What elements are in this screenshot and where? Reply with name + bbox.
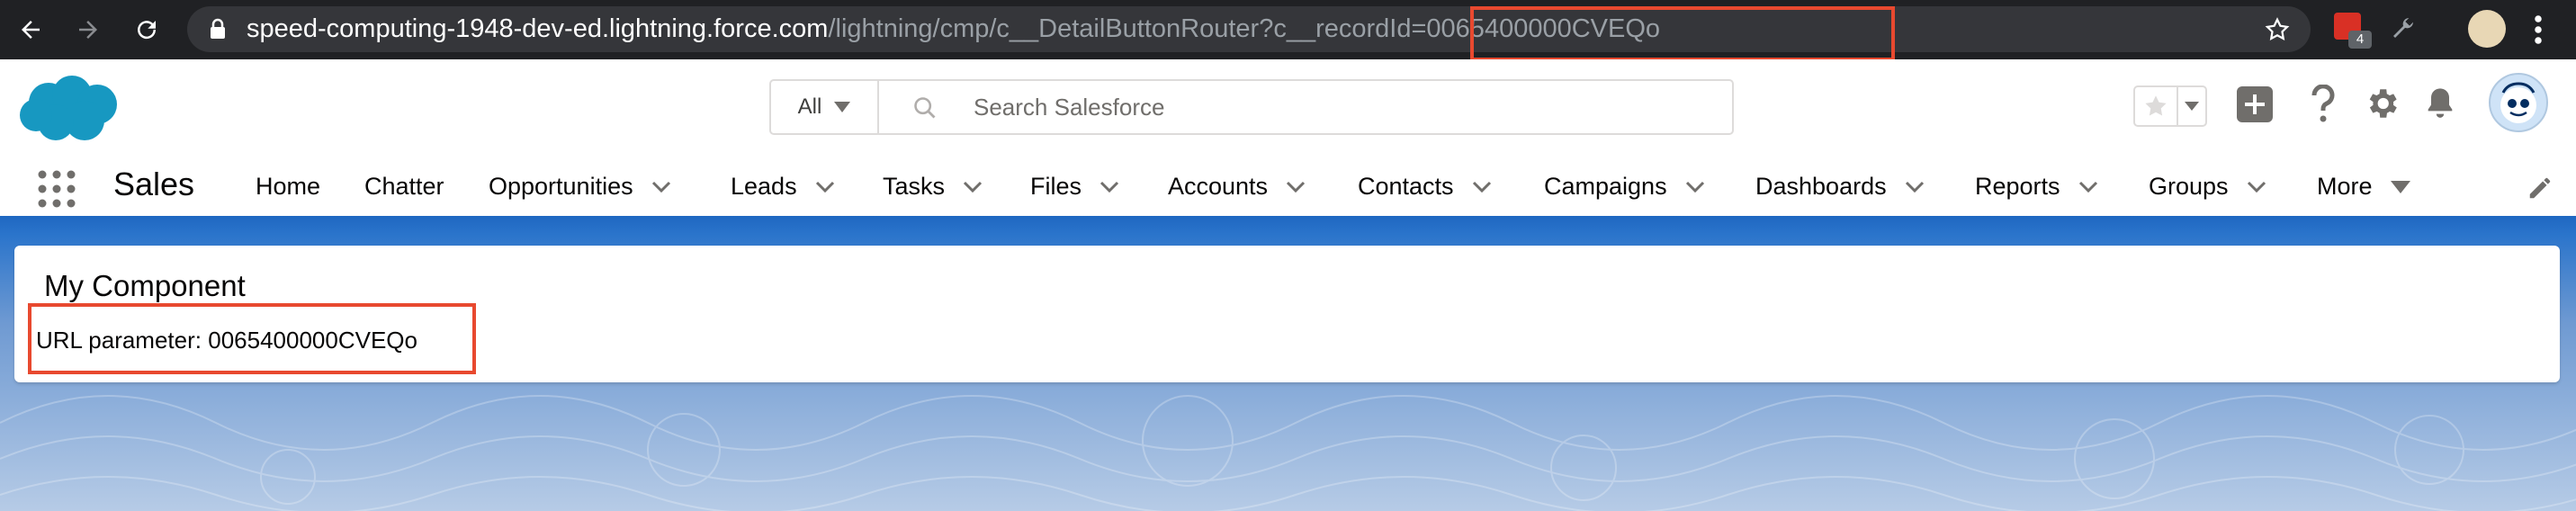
nav-item-files[interactable]: Files <box>1030 173 1119 201</box>
back-button[interactable] <box>11 10 50 49</box>
nav-item-label: More <box>2317 173 2373 200</box>
lock-icon <box>211 18 225 39</box>
app-navigation: Sales Home Chatter Opportunities Leads T… <box>0 153 2576 216</box>
app-launcher-icon[interactable] <box>37 169 76 209</box>
nav-item-groups[interactable]: Groups <box>2149 173 2266 201</box>
search-icon <box>914 97 936 119</box>
chevron-down-icon[interactable] <box>1685 181 1705 193</box>
chevron-down-icon[interactable] <box>1286 181 1306 193</box>
nav-item-leads[interactable]: Leads <box>731 173 835 201</box>
chevron-down-icon[interactable] <box>1472 181 1492 193</box>
search-scope-label: All <box>797 94 822 119</box>
notifications-button[interactable] <box>2422 85 2458 122</box>
nav-item-campaigns[interactable]: Campaigns <box>1544 173 1705 201</box>
nav-item-label: Groups <box>2149 173 2229 200</box>
nav-item-label: Accounts <box>1168 173 1269 200</box>
browser-profile-avatar[interactable] <box>2468 10 2506 48</box>
edit-pencil-icon[interactable] <box>2527 175 2554 202</box>
nav-item-label: Campaigns <box>1544 173 1667 200</box>
user-avatar[interactable] <box>2489 73 2548 132</box>
nav-item-label: Reports <box>1975 173 2060 200</box>
wrench-extension-icon[interactable] <box>2388 14 2417 43</box>
caret-down-icon[interactable] <box>2390 180 2410 193</box>
help-button[interactable] <box>2307 85 2339 124</box>
bell-icon <box>2428 88 2453 118</box>
url-query-highlight-box <box>1470 6 1895 61</box>
global-actions-button[interactable] <box>2235 85 2275 124</box>
extension-badge-count: 4 <box>2348 31 2372 49</box>
reload-button[interactable] <box>127 10 166 49</box>
arrow-left-icon <box>22 21 40 39</box>
plus-icon <box>2237 86 2273 122</box>
chevron-down-icon[interactable] <box>1100 181 1119 193</box>
chevron-down-icon[interactable] <box>1905 181 1925 193</box>
address-bar[interactable]: speed-computing-1948-dev-ed.lightning.fo… <box>187 6 2311 61</box>
nav-item-label: Chatter <box>364 173 444 200</box>
chevron-down-icon[interactable] <box>815 181 835 193</box>
question-mark-icon <box>2311 85 2335 122</box>
nav-item-label: Tasks <box>883 173 946 200</box>
salesforce-logo[interactable] <box>16 70 126 148</box>
browser-menu-icon[interactable] <box>2532 13 2545 46</box>
chevron-down-icon[interactable] <box>2247 181 2266 193</box>
favorites-dropdown-icon <box>2185 102 2199 111</box>
nav-item-contacts[interactable]: Contacts <box>1358 173 1492 201</box>
nav-item-dashboards[interactable]: Dashboards <box>1755 173 1925 201</box>
favorites-button[interactable] <box>2133 85 2207 127</box>
nav-item-tasks[interactable]: Tasks <box>883 173 983 201</box>
nav-item-label: Files <box>1030 173 1082 200</box>
bookmark-star-icon[interactable] <box>2264 16 2291 43</box>
chevron-down-icon[interactable] <box>2078 181 2098 193</box>
global-search: All <box>769 79 1734 135</box>
browser-toolbar: speed-computing-1948-dev-ed.lightning.fo… <box>0 0 2576 61</box>
url-text: speed-computing-1948-dev-ed.lightning.fo… <box>247 13 1660 44</box>
search-scope-dropdown[interactable]: All <box>771 81 879 133</box>
nav-item-opportunities[interactable]: Opportunities <box>489 173 671 201</box>
nav-item-home[interactable]: Home <box>256 173 320 201</box>
nav-item-chatter[interactable]: Chatter <box>364 173 444 201</box>
caret-down-icon <box>834 102 851 112</box>
nav-item-more[interactable]: More <box>2317 173 2410 201</box>
arrow-right-icon <box>79 21 97 39</box>
search-input[interactable] <box>884 81 1720 133</box>
page-background: My Component URL parameter: 0065400000CV… <box>0 216 2576 511</box>
nav-item-accounts[interactable]: Accounts <box>1168 173 1306 201</box>
card-title: My Component <box>44 269 246 302</box>
setup-button[interactable] <box>2363 85 2401 122</box>
nav-item-label: Contacts <box>1358 173 1454 200</box>
astro-avatar-icon <box>2500 82 2536 123</box>
forward-button[interactable] <box>68 10 108 49</box>
my-component-card: My Component URL parameter: 0065400000CV… <box>14 246 2560 382</box>
nav-item-label: Leads <box>731 173 797 200</box>
url-host: speed-computing-1948-dev-ed.lightning.fo… <box>247 14 829 43</box>
nav-item-label: Home <box>256 173 321 200</box>
nav-item-label: Dashboards <box>1755 173 1887 200</box>
chevron-down-icon[interactable] <box>651 181 671 193</box>
nav-item-reports[interactable]: Reports <box>1975 173 2098 201</box>
nav-item-label: Opportunities <box>489 173 633 200</box>
reload-icon <box>138 21 157 40</box>
url-parameter-highlight-box <box>28 303 476 374</box>
chevron-down-icon[interactable] <box>963 181 983 193</box>
gear-icon <box>2369 89 2397 118</box>
url-path: /lightning/cmp/c__DetailButtonRouter <box>828 14 1260 43</box>
star-icon <box>2145 95 2167 116</box>
app-name: Sales <box>113 166 195 202</box>
